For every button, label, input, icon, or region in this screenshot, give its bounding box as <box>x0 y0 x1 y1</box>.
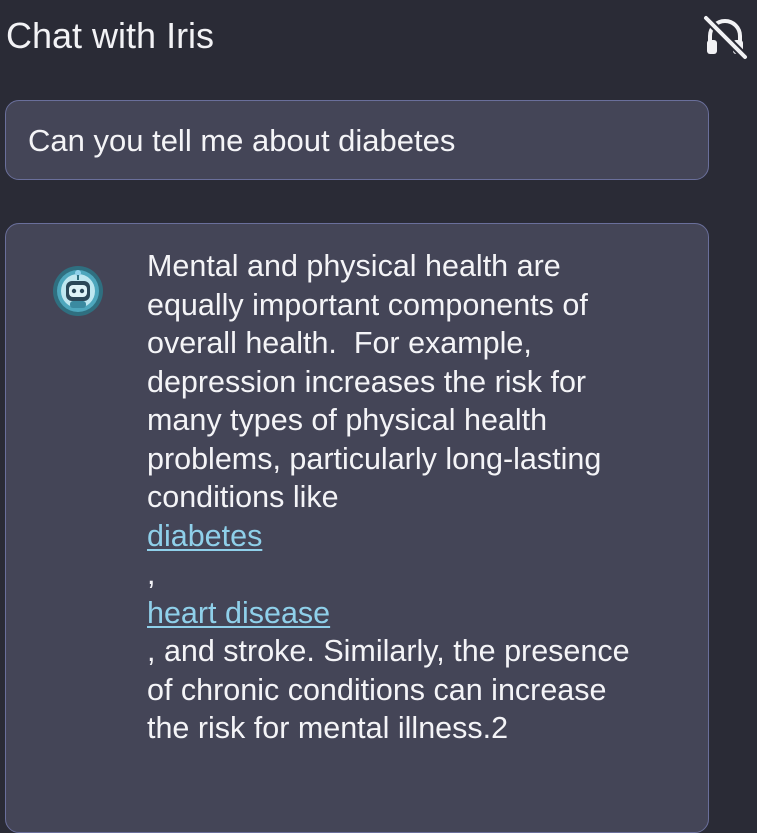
bot-message-line: many types of physical health <box>147 403 548 437</box>
headphones-off-icon <box>702 14 748 60</box>
bot-message-line: overall health. For example, <box>147 326 532 360</box>
bot-message-line: Mental and physical health are <box>147 249 561 283</box>
bot-message-line: the risk for mental illness.2 <box>147 711 509 745</box>
bot-message-line: depression increases the risk for <box>147 364 587 399</box>
bot-message-line: equally important components of <box>147 287 588 322</box>
diabetes-link[interactable]: diabetes <box>147 519 262 553</box>
audio-toggle-button[interactable] <box>702 14 748 60</box>
bot-message-bubble: Mental and physical health are equally i… <box>5 223 709 833</box>
bot-message-line: problems, particularly long-lasting <box>147 441 602 476</box>
bot-message-line: of chronic conditions can increase <box>147 672 607 707</box>
user-message-bubble: Can you tell me about diabetes <box>5 100 709 180</box>
robot-avatar-icon <box>53 266 103 316</box>
bot-message-line: , and stroke. Similarly, the presence <box>147 634 630 668</box>
page-title: Chat with Iris <box>6 15 215 56</box>
avatar <box>51 264 105 318</box>
bot-message-text: Mental and physical health are equally i… <box>147 247 692 748</box>
link-separator: , <box>147 557 156 591</box>
bot-message-line: conditions like <box>147 480 339 514</box>
chat-header: Chat with Iris <box>0 0 757 78</box>
heart-disease-link[interactable]: heart disease <box>147 596 330 630</box>
user-message-text: Can you tell me about diabetes <box>28 123 456 158</box>
